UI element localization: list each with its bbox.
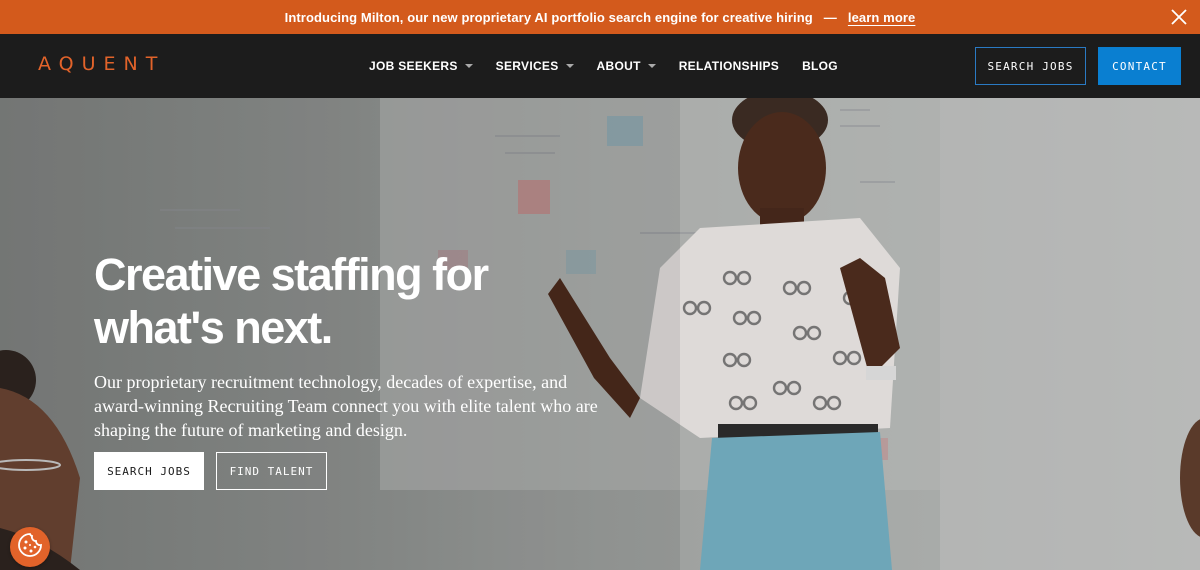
hero-title-line: what's next. [94,302,333,353]
hero-title-line: Creative staffing for [94,249,489,300]
caret-down-icon [464,64,473,68]
nav-item-label: ABOUT [596,59,641,73]
hero-search-jobs-button[interactable]: SEARCH JOBS [94,452,204,490]
main-nav: AQUENT JOB SEEKERS SERVICES ABOUT RELATI… [0,34,1200,98]
nav-item-relationships[interactable]: RELATIONSHIPS [679,59,779,73]
hero-section: Creative staffing for what's next. Our p… [0,98,1200,570]
nav-item-job-seekers[interactable]: JOB SEEKERS [369,59,473,73]
cookie-settings-button[interactable] [10,527,50,567]
cookie-icon [16,531,44,564]
caret-down-icon [647,64,656,68]
announcement-separator: — [823,9,837,25]
nav-item-blog[interactable]: BLOG [802,59,838,73]
learn-more-link[interactable]: learn more [848,10,915,25]
aquent-logo[interactable]: AQUENT [38,53,165,75]
hero-subtitle: Our proprietary recruitment technology, … [94,372,598,440]
nav-item-label: RELATIONSHIPS [678,59,780,73]
caret-down-icon [565,64,574,68]
hero-buttons: SEARCH JOBS FIND TALENT [94,452,327,490]
nav-menu: JOB SEEKERS SERVICES ABOUT RELATIONSHIPS… [369,34,861,98]
announcement-text: Introducing Milton, our new proprietary … [284,9,813,25]
nav-item-label: BLOG [802,59,838,73]
nav-item-about[interactable]: ABOUT [597,59,656,73]
hero-text-block: Creative staffing for what's next. Our p… [94,248,634,442]
nav-item-services[interactable]: SERVICES [496,59,574,73]
nav-item-label: SERVICES [495,59,559,73]
close-icon[interactable] [1168,6,1190,28]
find-talent-button[interactable]: FIND TALENT [216,452,327,490]
search-jobs-button[interactable]: SEARCH JOBS [975,47,1086,85]
contact-button[interactable]: CONTACT [1098,47,1181,85]
nav-item-label: JOB SEEKERS [369,59,458,73]
hero-title: Creative staffing for what's next. [94,248,634,354]
announcement-bar: Introducing Milton, our new proprietary … [0,0,1200,34]
